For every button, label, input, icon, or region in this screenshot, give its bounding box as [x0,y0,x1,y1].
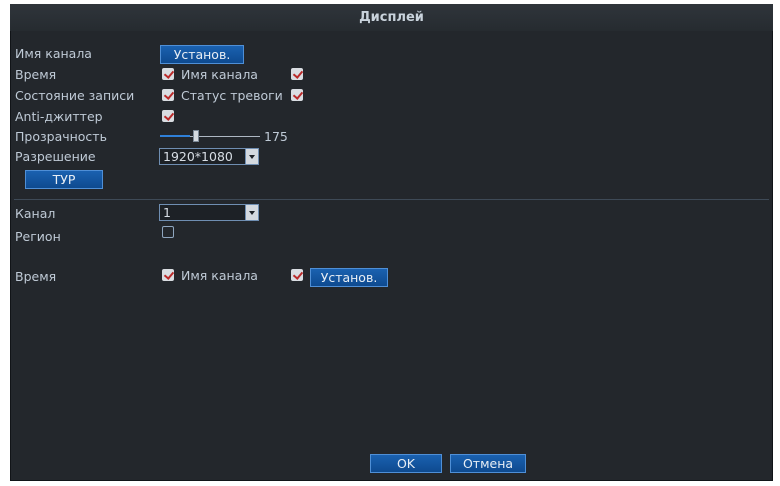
ok-button[interactable]: OK [370,454,442,473]
transparency-value: 175 [264,129,288,144]
section-divider [14,199,769,200]
tour-button[interactable]: ТУР [25,170,103,189]
channel-name-set-button[interactable]: Установ. [160,45,244,64]
time-label: Время [15,67,57,82]
anti-jitter-checkbox[interactable] [162,110,174,122]
time-label-2: Время [15,269,57,284]
resolution-label: Разрешение [15,149,96,164]
region-label: Регион [15,229,61,244]
record-state-label: Состояние записи [15,88,135,103]
channel-name-inline-label: Имя канала [181,67,258,82]
channel-label: Канал [15,206,56,221]
transparency-label: Прозрачность [15,129,107,144]
channel-select-value: 1 [163,205,171,220]
channel-select[interactable]: 1 [159,204,259,221]
anti-jitter-label: Anti-джиттер [15,109,103,124]
window-title: Дисплей [359,10,424,25]
alarm-status-label: Статус тревоги [181,88,283,103]
cancel-button[interactable]: Отмена [450,454,526,473]
time-checkbox-2[interactable] [162,269,174,281]
time-checkbox[interactable] [162,68,174,80]
alarm-status-checkbox[interactable] [291,89,303,101]
chevron-down-icon[interactable] [245,149,258,164]
transparency-slider-handle[interactable] [193,130,199,142]
display-settings-window: Дисплей Имя канала Установ. Время Имя ка… [10,4,773,481]
chevron-down-icon[interactable] [245,205,258,220]
record-state-checkbox[interactable] [162,89,174,101]
title-bar: Дисплей [10,4,773,31]
channel-name-label: Имя канала [15,46,92,61]
resolution-select[interactable]: 1920*1080 [159,148,259,165]
transparency-slider-fill [160,135,190,137]
region-checkbox[interactable] [162,226,174,238]
resolution-select-value: 1920*1080 [163,149,233,164]
channel-name-checkbox-2[interactable] [291,269,303,281]
channel-name-inline-checkbox[interactable] [291,68,303,80]
channel-name-label-2: Имя канала [181,268,258,283]
channel-name-set-button-2[interactable]: Установ. [310,268,388,287]
